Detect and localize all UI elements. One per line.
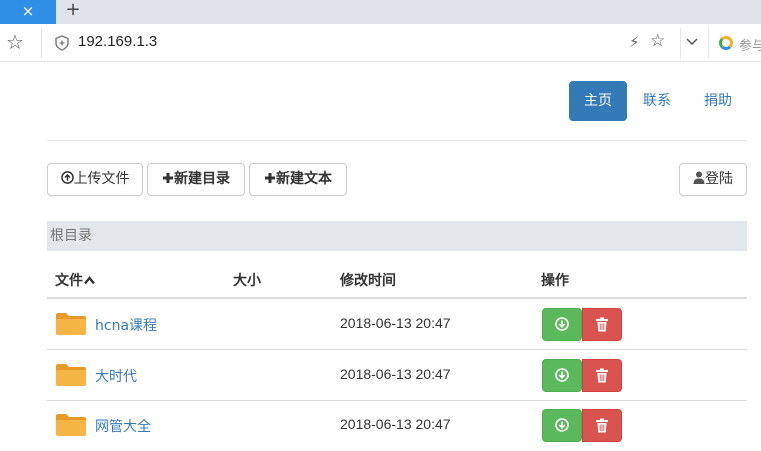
file-name-link[interactable]: 网管大全 <box>95 416 151 436</box>
new-directory-button[interactable]: 新建目录 <box>147 163 245 196</box>
nav-home[interactable]: 主页 <box>569 81 627 121</box>
new-text-label: 新建文本 <box>276 171 332 187</box>
user-icon <box>693 171 705 184</box>
chevron-down-icon[interactable] <box>685 34 699 52</box>
delete-button[interactable] <box>582 359 622 392</box>
new-directory-label: 新建目录 <box>174 171 230 187</box>
column-header-modified[interactable]: 修改时间 <box>340 270 396 290</box>
folder-icon <box>56 414 86 436</box>
toolbar-divider <box>708 28 709 58</box>
bookmark-star-icon[interactable]: ☆ <box>4 31 26 53</box>
trash-icon <box>596 317 608 332</box>
url-field[interactable]: 192.169.1.3 <box>78 33 157 50</box>
extension-ring-icon[interactable] <box>719 36 733 50</box>
delete-button[interactable] <box>582 409 622 442</box>
extension-label[interactable]: 参与 <box>739 35 761 54</box>
file-name-link[interactable]: 大时代 <box>95 366 137 386</box>
table-row: hcna课程 2018-06-13 20:47 <box>47 299 747 350</box>
tab-close-button[interactable]: × <box>0 0 56 24</box>
address-bar: ☆ 192.169.1.3 ⚡ ☆ 参与 <box>0 24 761 62</box>
download-button[interactable] <box>542 359 582 392</box>
download-button[interactable] <box>542 409 582 442</box>
upload-file-label: 上传文件 <box>73 171 130 187</box>
nav-contact[interactable]: 联系 <box>633 81 681 121</box>
download-circle-icon <box>555 368 569 382</box>
file-modified: 2018-06-13 20:47 <box>340 416 451 432</box>
upload-file-button[interactable]: 上传文件 <box>47 163 143 196</box>
lightning-icon[interactable]: ⚡ <box>629 33 640 51</box>
close-icon: × <box>21 2 35 20</box>
toolbar-divider <box>41 28 42 58</box>
new-text-button[interactable]: 新建文本 <box>249 163 347 196</box>
column-header-ops: 操作 <box>541 273 569 289</box>
folder-icon <box>56 364 86 386</box>
file-name-link[interactable]: hcna课程 <box>95 315 157 335</box>
file-modified: 2018-06-13 20:47 <box>340 366 451 382</box>
favorite-star-icon[interactable]: ☆ <box>650 31 665 51</box>
new-tab-button[interactable]: + <box>62 0 84 24</box>
plus-icon <box>265 173 275 183</box>
nav-donate[interactable]: 捐助 <box>693 81 743 121</box>
login-label: 登陆 <box>705 171 733 187</box>
download-circle-icon <box>555 317 569 331</box>
download-button[interactable] <box>542 308 582 341</box>
sort-asc-icon <box>84 276 95 285</box>
table-row: 大时代 2018-06-13 20:47 <box>47 350 747 401</box>
folder-icon <box>56 313 86 335</box>
column-header-size[interactable]: 大小 <box>233 270 261 290</box>
table-row: 网管大全 2018-06-13 20:47 <box>47 400 747 451</box>
breadcrumb: 根目录 <box>47 221 747 251</box>
download-circle-icon <box>555 418 569 432</box>
trash-icon <box>596 368 608 383</box>
trash-icon <box>596 418 608 433</box>
file-modified: 2018-06-13 20:47 <box>340 315 451 331</box>
plus-icon <box>163 173 173 183</box>
upload-circle-icon <box>60 171 74 184</box>
delete-button[interactable] <box>582 308 622 341</box>
breadcrumb-root[interactable]: 根目录 <box>50 228 92 244</box>
plus-icon: + <box>65 0 81 20</box>
divider <box>47 140 747 141</box>
security-shield-icon[interactable] <box>54 35 70 51</box>
login-button[interactable]: 登陆 <box>679 163 747 196</box>
column-header-name[interactable]: 文件 <box>55 270 95 290</box>
browser-tab-strip: × + <box>0 0 761 24</box>
toolbar-divider <box>680 28 681 58</box>
